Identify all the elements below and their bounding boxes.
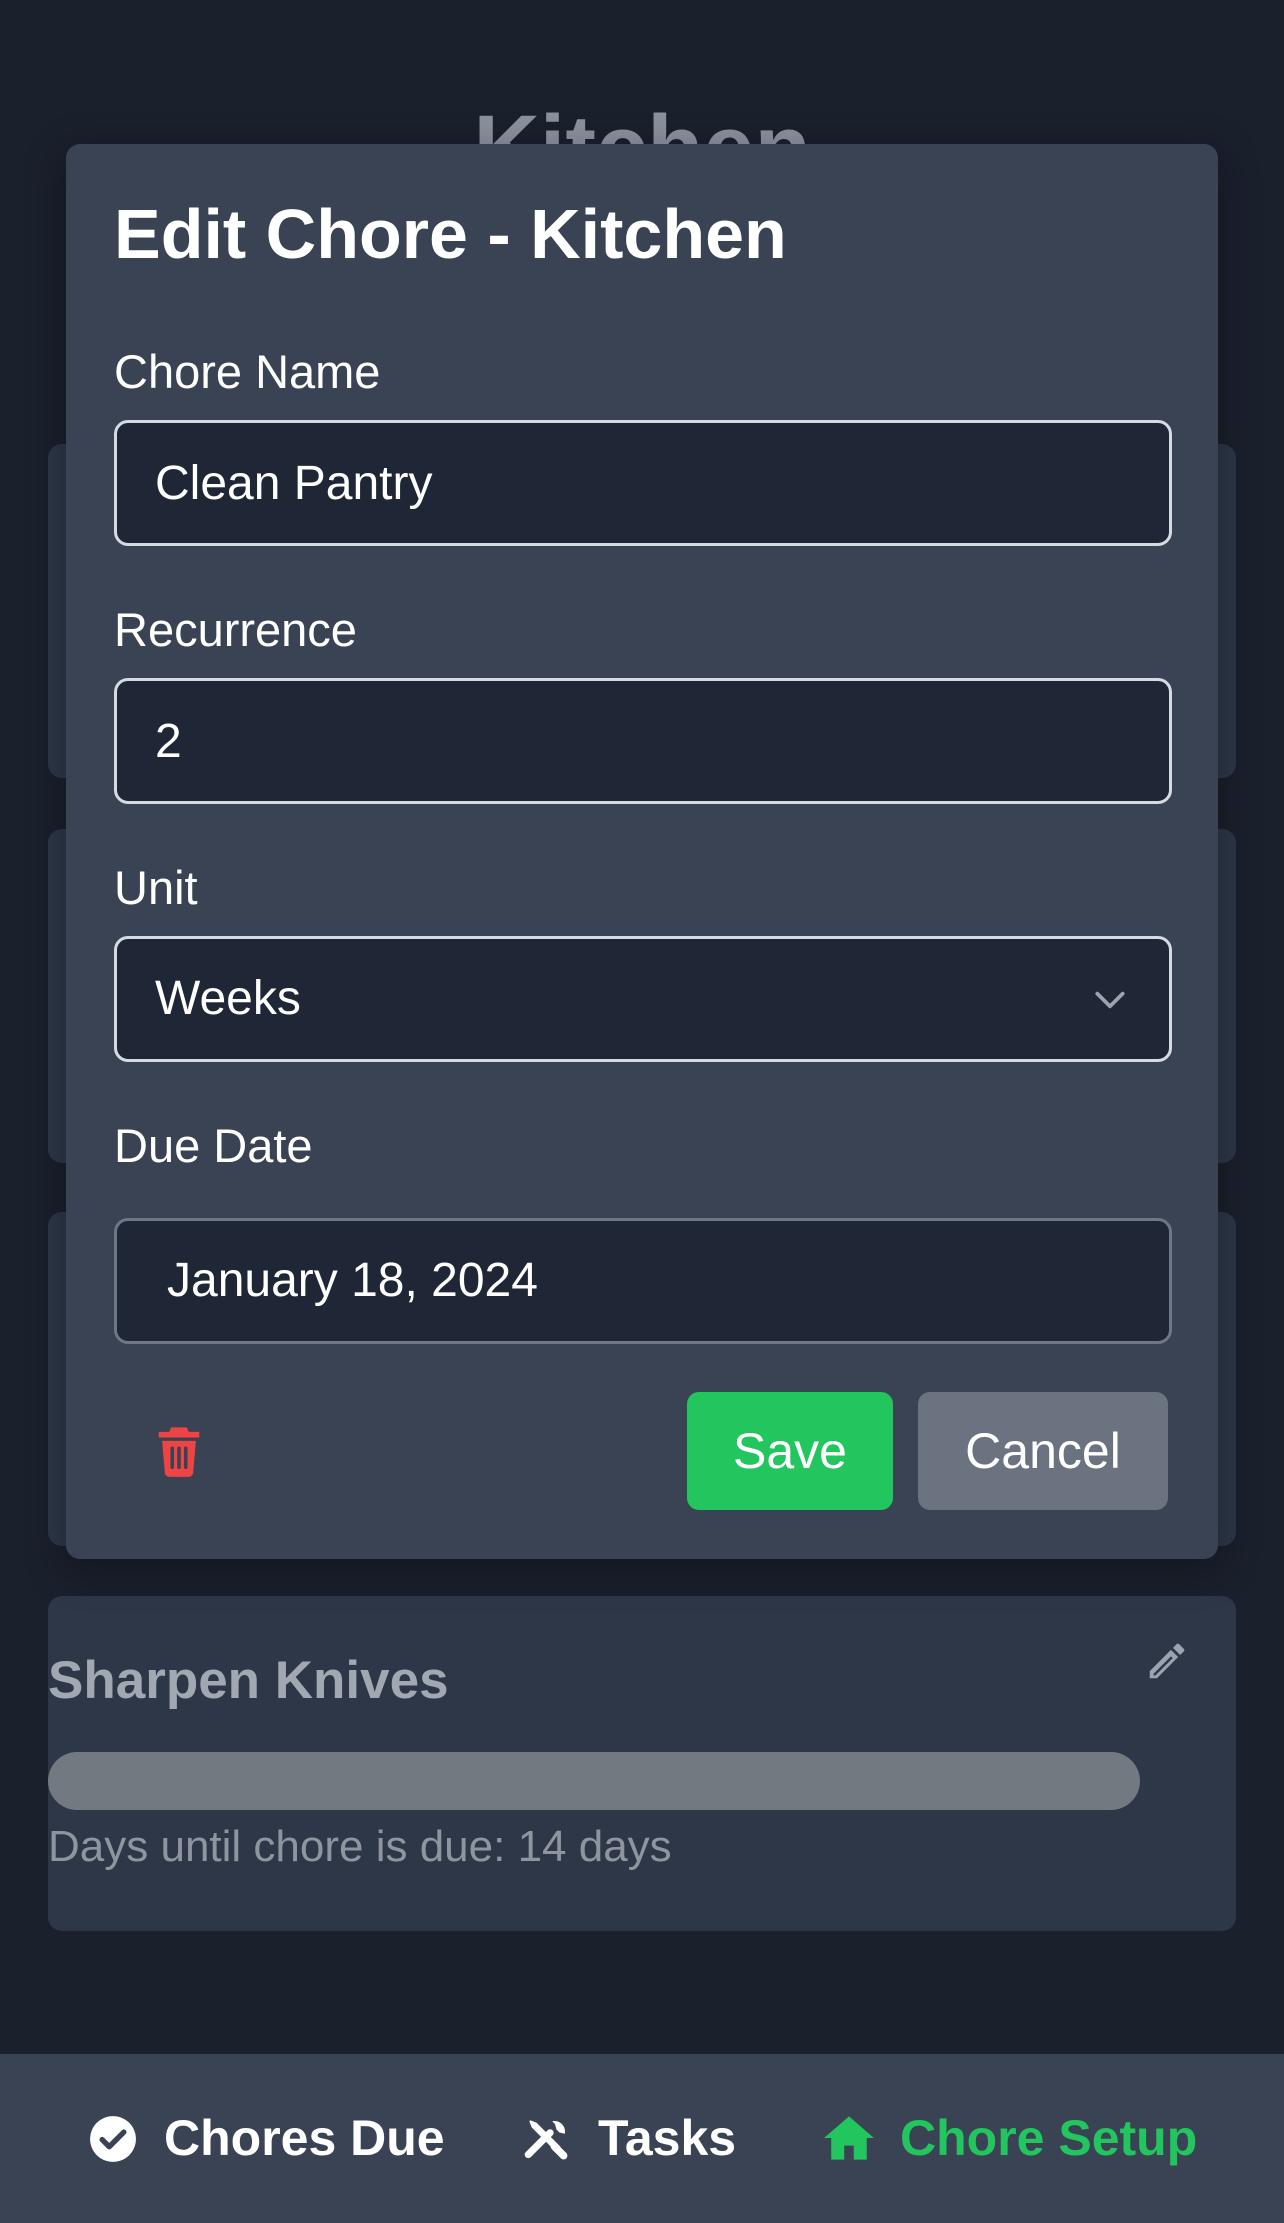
tools-icon — [524, 2120, 568, 2160]
bottom-nav: Chores Due Tasks Chore Setup — [0, 2054, 1284, 2223]
due-text: Days until chore is due: 14 days — [48, 1822, 672, 1871]
modal-title: Edit Chore - Kitchen — [114, 195, 787, 273]
recurrence-input[interactable] — [117, 681, 1169, 801]
progress-bar — [48, 1752, 1140, 1810]
unit-select[interactable]: Weeks — [114, 936, 1172, 1062]
home-icon — [824, 2116, 874, 2160]
unit-selected-value: Weeks — [155, 972, 301, 1025]
chore-name-field[interactable] — [114, 420, 1172, 546]
trash-icon[interactable] — [156, 1424, 202, 1478]
check-circle-icon — [90, 2116, 136, 2162]
cancel-button[interactable]: Cancel — [918, 1392, 1168, 1510]
due-date-value: January 18, 2024 — [167, 1254, 538, 1307]
save-button[interactable]: Save — [687, 1392, 893, 1510]
nav-label: Tasks — [598, 2110, 737, 2166]
chore-card-title: Sharpen Knives — [48, 1651, 449, 1710]
recurrence-field[interactable] — [114, 678, 1172, 804]
edit-chore-modal: Edit Chore - Kitchen Chore Name Recurren… — [66, 144, 1218, 1559]
pencil-icon[interactable] — [1144, 1638, 1190, 1684]
chore-name-label: Chore Name — [114, 345, 381, 398]
due-date-label: Due Date — [114, 1119, 313, 1172]
nav-tasks[interactable]: Tasks — [522, 2054, 742, 2223]
chore-name-input[interactable] — [117, 423, 1169, 543]
nav-label: Chores Due — [164, 2110, 445, 2166]
due-date-field[interactable]: January 18, 2024 — [114, 1218, 1172, 1344]
nav-label: Chore Setup — [900, 2110, 1198, 2166]
recurrence-label: Recurrence — [114, 603, 357, 656]
unit-label: Unit — [114, 861, 198, 914]
nav-chores-due[interactable]: Chores Due — [88, 2054, 448, 2223]
chevron-down-icon — [1095, 991, 1125, 1009]
nav-chore-setup[interactable]: Chore Setup — [820, 2054, 1200, 2223]
